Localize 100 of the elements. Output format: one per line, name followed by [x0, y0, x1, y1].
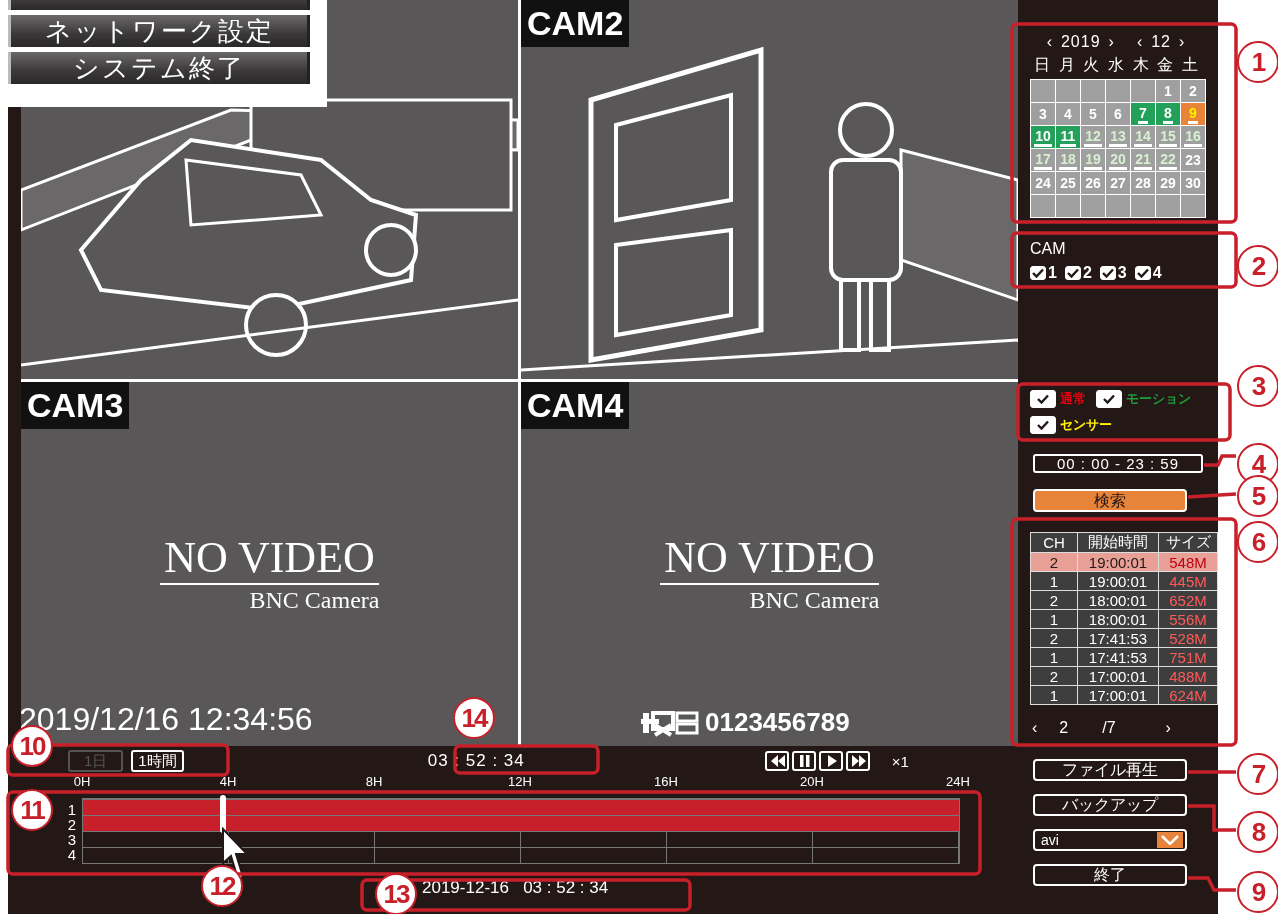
table-cell[interactable]: 488M	[1158, 666, 1218, 686]
table-cell[interactable]: 2	[1030, 590, 1078, 610]
calendar-day[interactable]: 24	[1031, 172, 1055, 194]
fast-forward-icon[interactable]	[845, 751, 870, 771]
calendar-day[interactable]: 20	[1106, 149, 1130, 171]
calendar-day[interactable]: 18	[1056, 149, 1080, 171]
calendar-day[interactable]: 26	[1081, 172, 1105, 194]
calendar-day[interactable]: 10	[1031, 126, 1055, 148]
no-video-message: NO VIDEO	[160, 532, 379, 585]
checkbox[interactable]	[1134, 266, 1151, 280]
pause-icon[interactable]	[791, 751, 816, 771]
calendar-day[interactable]: 30	[1181, 172, 1205, 194]
check-icon	[1037, 420, 1049, 430]
menu-button[interactable]: ネットワーク設定	[8, 15, 310, 47]
table-cell[interactable]: 18:00:01	[1077, 609, 1159, 629]
table-cell[interactable]: 1	[1030, 571, 1078, 591]
playhead[interactable]	[220, 795, 227, 833]
prev-month-button[interactable]: ‹	[1135, 33, 1145, 51]
checkbox[interactable]	[1096, 390, 1122, 408]
weekday-label: 火	[1082, 55, 1101, 75]
table-cell[interactable]: 556M	[1158, 609, 1218, 629]
speed-label: ×1	[891, 752, 909, 770]
checkbox[interactable]	[1030, 266, 1046, 280]
camera-label: CAM3	[21, 382, 130, 429]
table-cell[interactable]: 19:00:01	[1077, 571, 1159, 591]
table-cell[interactable]: 1	[1030, 609, 1078, 629]
table-cell[interactable]: 18:00:01	[1077, 590, 1159, 610]
table-cell[interactable]: 652M	[1158, 590, 1218, 610]
channel-label: 3	[67, 832, 76, 847]
table-cell[interactable]: 1	[1030, 647, 1078, 667]
camera-source: BNC Camera	[249, 587, 380, 614]
table-cell[interactable]: 17:41:53	[1077, 628, 1159, 648]
callout-number: 7	[1237, 753, 1278, 795]
next-year-button[interactable]: ›	[1107, 33, 1116, 51]
calendar-day[interactable]: 11	[1056, 126, 1080, 148]
format-dropdown[interactable]: avi	[1033, 829, 1187, 851]
table-cell[interactable]: 2	[1030, 666, 1078, 686]
table-cell[interactable]: 1	[1030, 685, 1078, 705]
calendar-day[interactable]: 17	[1031, 149, 1055, 171]
calendar-day[interactable]: 15	[1156, 126, 1180, 148]
hour-label: 4H	[219, 775, 237, 789]
calendar-day[interactable]: 9	[1181, 103, 1205, 125]
prev-page-button[interactable]: ‹	[1032, 719, 1038, 737]
check-icon	[1103, 394, 1115, 404]
calendar-day[interactable]: 6	[1106, 103, 1130, 125]
checkbox[interactable]	[1030, 390, 1056, 408]
table-cell[interactable]: 17:00:01	[1077, 685, 1159, 705]
checkbox[interactable]	[1064, 266, 1081, 280]
calendar-day[interactable]: 21	[1131, 149, 1155, 171]
calendar-day[interactable]: 1	[1156, 80, 1180, 102]
checkbox[interactable]	[1099, 266, 1116, 280]
table-cell[interactable]: 17:41:53	[1077, 647, 1159, 667]
rewind-icon[interactable]	[764, 751, 789, 771]
table-cell[interactable]: 17:00:01	[1077, 666, 1159, 686]
time-range-field[interactable]: 00 : 00 - 23 : 59	[1033, 454, 1203, 473]
hour-label: 20H	[800, 775, 824, 789]
channel-label: 4	[67, 847, 76, 862]
exit-button[interactable]: 終了	[1033, 864, 1187, 886]
backup-button[interactable]: バックアップ	[1033, 794, 1187, 816]
leader-line	[1204, 454, 1236, 467]
check-icon	[1037, 394, 1049, 404]
calendar-day[interactable]: 27	[1106, 172, 1130, 194]
calendar-day[interactable]: 25	[1056, 172, 1080, 194]
calendar-day[interactable]: 5	[1081, 103, 1105, 125]
next-page-button[interactable]: ›	[1165, 719, 1171, 737]
calendar-day[interactable]: 28	[1131, 172, 1155, 194]
calendar-day[interactable]: 2	[1181, 80, 1205, 102]
zoom-button[interactable]: 1時間	[131, 750, 184, 772]
channel-label: 1	[67, 802, 76, 817]
checkbox[interactable]	[1030, 416, 1056, 434]
table-cell[interactable]: 445M	[1158, 571, 1218, 591]
calendar-day[interactable]: 14	[1131, 126, 1155, 148]
table-cell[interactable]: 2	[1030, 628, 1078, 648]
camera-source: BNC Camera	[749, 587, 880, 614]
calendar-day[interactable]: 19	[1081, 149, 1105, 171]
calendar-day[interactable]: 29	[1156, 172, 1180, 194]
calendar-day[interactable]: 23	[1181, 149, 1205, 171]
calendar-day[interactable]: 12	[1081, 126, 1105, 148]
checkbox-label: 4	[1152, 264, 1162, 282]
menu-button[interactable]: システム終了	[8, 52, 310, 84]
calendar-day[interactable]: 8	[1156, 103, 1180, 125]
calendar-day[interactable]: 22	[1156, 149, 1180, 171]
checkbox-label: 2	[1082, 264, 1092, 282]
search-button[interactable]: 検索	[1033, 489, 1187, 512]
play-file-button[interactable]: ファイル再生	[1033, 759, 1187, 781]
calendar-day[interactable]: 13	[1106, 126, 1130, 148]
calendar-day[interactable]: 7	[1131, 103, 1155, 125]
calendar-day[interactable]: 4	[1056, 103, 1080, 125]
table-cell[interactable]: 624M	[1158, 685, 1218, 705]
prev-year-button[interactable]: ‹	[1045, 33, 1054, 51]
column-header: 開始時間	[1077, 532, 1159, 553]
calendar-day[interactable]: 3	[1031, 103, 1055, 125]
play-icon[interactable]	[818, 751, 843, 771]
dropdown-icon[interactable]	[1157, 832, 1183, 848]
next-month-button[interactable]: ›	[1178, 33, 1187, 51]
table-cell[interactable]: 528M	[1158, 628, 1218, 648]
table-cell[interactable]: 751M	[1158, 647, 1218, 667]
no-video-message: NO VIDEO	[660, 532, 879, 585]
calendar-day[interactable]: 16	[1181, 126, 1205, 148]
weekday-label: 土	[1180, 55, 1199, 75]
